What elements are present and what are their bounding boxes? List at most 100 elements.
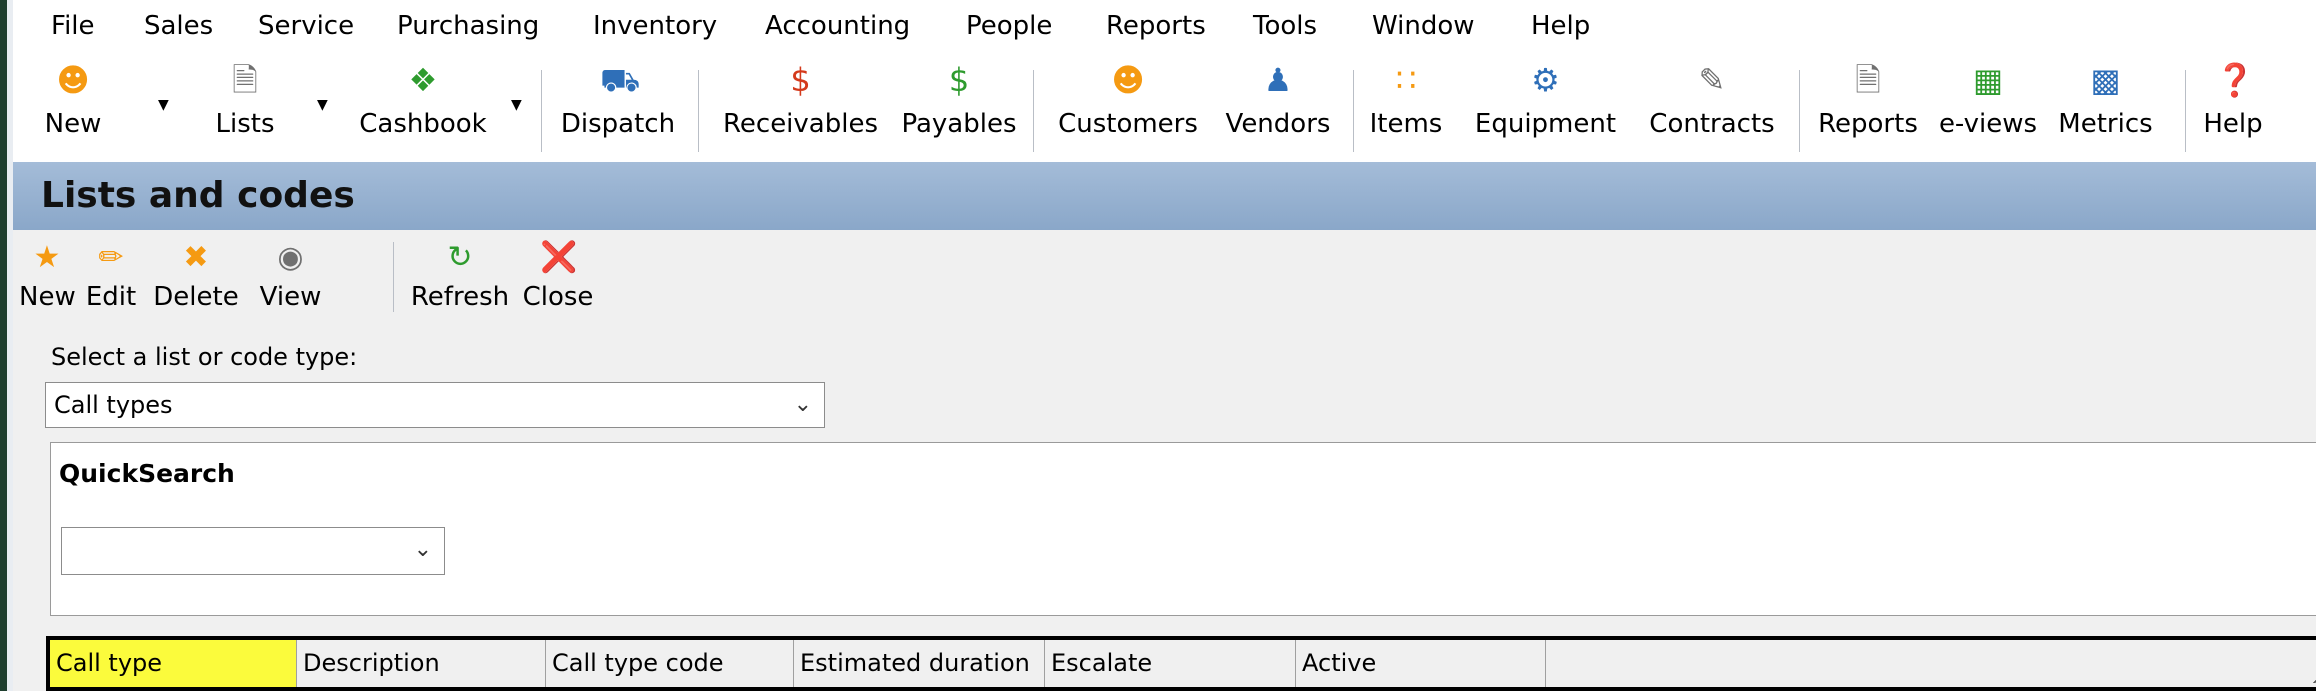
menu-inventory[interactable]: Inventory [593,8,717,44]
column-label: Active [1302,649,1377,677]
new-menu-button[interactable]: ☻ New [33,56,113,156]
chevron-down-icon: ⌄ [793,392,812,417]
quicksearch-panel: QuickSearch ⌄ [50,442,2316,616]
vendors-button[interactable]: ♟ Vendors [1213,56,1343,156]
column-header-call-type[interactable]: Call type [50,640,297,687]
delete-label: Delete [153,282,239,312]
cashbook-label: Cashbook [359,109,487,139]
metrics-label: Metrics [2058,109,2153,139]
list-type-label: Select a list or code type: [51,343,358,371]
refresh-button[interactable]: ↻ Refresh [406,236,514,316]
equipment-button[interactable]: ⚙ Equipment [1463,56,1628,156]
toolbar-separator [1799,70,1800,152]
refresh-label: Refresh [410,282,510,312]
menu-window[interactable]: Window [1372,8,1475,44]
close-label: Close [522,282,594,312]
lists-dropdown-arrow-icon[interactable]: ▼ [317,98,328,112]
grid-header: Call type Description Call type code Est… [46,636,2316,691]
lists-and-codes-panel: ★ New ✏ Edit ✖ Delete ◉ View ↻ Refresh ❌… [13,230,2316,691]
help-button[interactable]: ❓ Help [2193,56,2273,156]
e-views-label: e-views [1938,109,2038,139]
column-header-active[interactable]: Active [1296,640,1546,687]
binoculars-icon: ◉ [277,240,304,275]
view-button[interactable]: ◉ View [253,236,328,316]
reports-label: Reports [1818,109,1918,139]
close-button[interactable]: ❌ Close [518,236,598,316]
quicksearch-label: QuickSearch [59,459,235,488]
payables-dollar-icon: $ [948,61,970,99]
contracts-label: Contracts [1649,109,1775,139]
receivables-label: Receivables [723,109,878,139]
metrics-button[interactable]: ▩ Metrics [2048,56,2163,156]
column-label: Call type [56,649,163,677]
menu-sales[interactable]: Sales [144,8,213,44]
menu-file[interactable]: File [51,8,95,44]
pencil-icon: ✏ [98,240,124,275]
customers-label: Customers [1058,109,1198,139]
toolbar-separator [698,70,699,152]
menu-reports[interactable]: Reports [1106,8,1206,44]
column-header-call-type-code[interactable]: Call type code [546,640,794,687]
column-header-description[interactable]: Description [297,640,546,687]
lists-menu-button[interactable]: 🗎 Lists [200,56,290,156]
reports-icon: 🗎 [1855,61,1881,99]
contracts-button[interactable]: ✎ Contracts [1637,56,1787,156]
help-icon: ❓ [2215,61,2255,99]
column-header-filler [1546,640,2316,687]
close-icon: ❌ [540,240,578,275]
new-label: New [19,282,76,312]
items-icon: ∷ [1395,61,1417,99]
window-left-edge [0,0,7,691]
dispatch-truck-icon: ⛟ [600,61,641,99]
quicksearch-select[interactable]: ⌄ [61,527,445,575]
view-label: View [259,282,322,312]
menu-tools[interactable]: Tools [1253,8,1317,44]
menu-service[interactable]: Service [258,8,354,44]
column-header-estimated-duration[interactable]: Estimated duration [794,640,1045,687]
customers-button[interactable]: ☻ Customers [1043,56,1213,156]
payables-label: Payables [901,109,1017,139]
cashbook-icon: ❖ [408,61,438,99]
column-label: Description [303,649,440,677]
dispatch-button[interactable]: ⛟ Dispatch [548,56,688,156]
cashbook-dropdown-arrow-icon[interactable]: ▼ [511,98,522,112]
refresh-icon: ↻ [447,240,473,275]
menu-accounting[interactable]: Accounting [765,8,910,44]
e-views-button[interactable]: ▦ e-views [1933,56,2043,156]
receivables-button[interactable]: $ Receivables [708,56,893,156]
page-title: Lists and codes [41,175,355,216]
delete-button[interactable]: ✖ Delete [146,236,246,316]
reports-button[interactable]: 🗎 Reports [1808,56,1928,156]
column-header-escalate[interactable]: Escalate [1045,640,1296,687]
dispatch-label: Dispatch [560,109,676,139]
edit-button[interactable]: ✏ Edit [81,236,141,316]
toolbar-separator [1033,70,1034,152]
customers-icon: ☻ [1111,61,1145,99]
chevron-down-icon: ⌄ [413,537,432,562]
cashbook-menu-button[interactable]: ❖ Cashbook [343,56,503,156]
payables-button[interactable]: $ Payables [895,56,1023,156]
new-dropdown-arrow-icon[interactable]: ▼ [158,98,169,112]
list-type-select[interactable]: Call types ⌄ [45,382,825,428]
toolbar-separator [2185,70,2186,152]
menu-people[interactable]: People [966,8,1052,44]
delete-x-icon: ✖ [183,240,209,275]
lists-label: Lists [215,109,275,139]
new-button[interactable]: ★ New [19,236,76,316]
column-label: Estimated duration [800,649,1030,677]
items-button[interactable]: ∷ Items [1365,56,1447,156]
star-icon: ★ [33,240,61,275]
main-toolbar: ☻ New ▼ 🗎 Lists ▼ ❖ Cashbook ▼ ⛟ Dispatc… [13,50,2316,163]
receivables-dollar-icon: $ [790,61,811,99]
edit-label: Edit [85,282,137,312]
page-header: Lists and codes [13,162,2316,230]
menu-purchasing[interactable]: Purchasing [397,8,539,44]
list-type-value: Call types [54,391,173,419]
contracts-icon: ✎ [1698,61,1726,99]
menu-help[interactable]: Help [1531,8,1590,44]
menu-bar: File Sales Service Purchasing Inventory … [13,0,2316,50]
lists-icon: 🗎 [232,61,258,99]
equipment-label: Equipment [1474,109,1617,139]
metrics-icon: ▩ [2090,61,2121,99]
column-label: Escalate [1051,649,1153,677]
